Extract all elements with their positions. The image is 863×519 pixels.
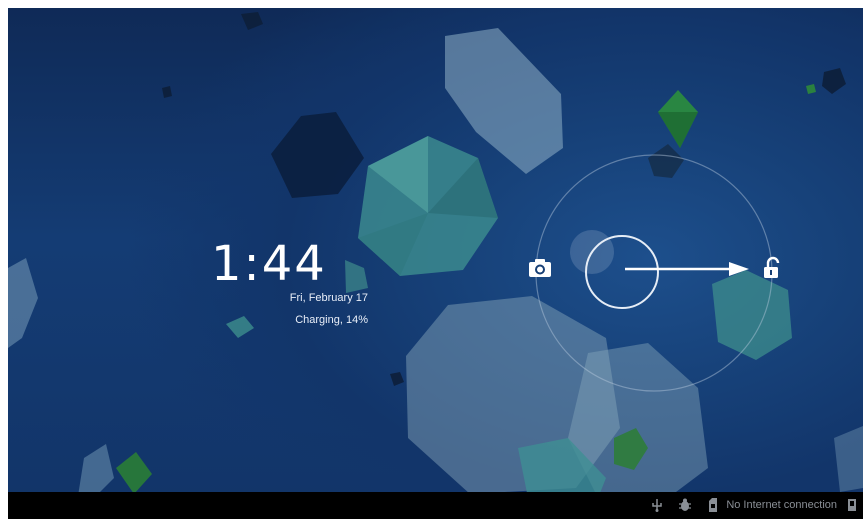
sd-card-icon [708, 498, 718, 517]
camera-icon[interactable] [527, 257, 553, 279]
arrow-right-icon [625, 262, 749, 276]
gem-shapes [8, 12, 863, 498]
charging-status: Charging, 14% [295, 314, 368, 326]
unlock-icon[interactable] [761, 256, 783, 280]
date-text: Fri, February 17 [289, 292, 368, 304]
status-bar: No Internet connection [8, 492, 863, 519]
notification-icon[interactable] [847, 498, 857, 517]
debug-icon [678, 498, 692, 517]
lockscreen: 1:44 Fri, February 17 Charging, 14% No I… [8, 8, 863, 519]
connection-status-text: No Internet connection [726, 499, 837, 511]
usb-icon [651, 498, 663, 517]
clock-time: 1:44 [211, 236, 327, 292]
